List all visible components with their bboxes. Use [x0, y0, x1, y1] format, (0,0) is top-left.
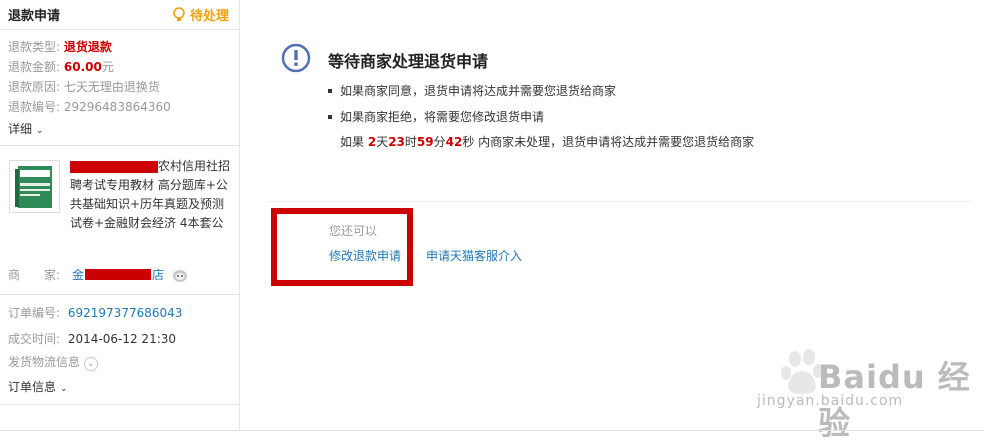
refund-sidebar: 退款申请 待处理 退款类型: 退货退款 退款金额: 60.00元 退款原因: 七… — [0, 0, 240, 430]
countdown-text: 如果 2天23时59分42秒 内商家未处理，退货申请将达成并需要您退货给商家 — [340, 132, 760, 152]
shop-name-suffix: 店 — [152, 268, 165, 282]
order-info-label: 订单信息 — [8, 380, 57, 394]
status-badge: 待处理 — [172, 5, 229, 24]
chevron-down-icon: ⌄ — [59, 384, 68, 394]
countdown-prefix: 如果 — [340, 135, 368, 149]
divider — [0, 430, 985, 431]
order-number-link[interactable]: 692197377686043 — [68, 306, 183, 320]
book-cover-image — [15, 166, 52, 208]
detail-toggle[interactable]: 详细 ⌄ — [8, 120, 43, 137]
wangwang-chat-icon[interactable] — [172, 268, 188, 282]
redacted-mask — [70, 160, 158, 173]
sidebar-header: 退款申请 待处理 — [0, 0, 239, 30]
refund-amount-unit: 元 — [101, 60, 114, 74]
refund-reason-label: 退款原因: — [8, 80, 61, 94]
highlight-annotation-box — [271, 208, 413, 286]
refund-amount-label: 退款金额: — [8, 60, 61, 74]
deal-time-row: 成交时间: 2014-06-12 21:30 — [8, 329, 176, 349]
status-text: 待处理 — [189, 9, 229, 24]
countdown-suffix: 内商家未处理，退货申请将达成并需要您退货给商家 — [474, 135, 755, 149]
bullet-text: 如果商家同意，退货申请将达成并需要您退货给商家 — [340, 84, 617, 98]
countdown-days: 2 — [367, 135, 377, 149]
refund-type-label: 退款类型: — [8, 40, 61, 54]
refund-number-label: 退款编号: — [8, 100, 61, 114]
order-number-row: 订单编号: 692197377686043 — [8, 303, 182, 323]
exclamation-info-icon — [281, 43, 311, 73]
divider — [0, 294, 239, 295]
refund-amount-row: 退款金额: 60.00元 — [8, 57, 114, 77]
bullet-dot — [328, 114, 332, 119]
shop-name-prefix: 金 — [72, 268, 85, 282]
chevron-down-icon: ⌄ — [35, 126, 44, 136]
countdown-seconds: 42 — [445, 135, 463, 149]
shop-row: 商 家: 金 店 — [8, 266, 188, 283]
countdown-seconds-unit: 秒 — [462, 135, 475, 149]
chevron-down-icon: ⌄ — [83, 357, 98, 371]
divider — [267, 201, 972, 202]
order-info-toggle[interactable]: 订单信息 ⌄ — [8, 377, 67, 399]
countdown-minutes-unit: 分 — [433, 135, 446, 149]
lightbulb-icon — [173, 6, 185, 21]
watermark-url: jingyan.baidu.com — [757, 393, 904, 409]
shop-label: 商 家: — [8, 268, 61, 282]
bullet-dot — [328, 88, 332, 93]
bullet-text: 如果商家拒绝，将需要您修改退货申请 — [340, 110, 545, 124]
product-name-link[interactable]: 农村信用社招聘考试专用教材 高分题库+公共基础知识+历年真题及预测试卷+金融财会… — [70, 157, 235, 233]
divider — [0, 145, 239, 146]
countdown-hours-unit: 时 — [404, 135, 417, 149]
refund-reason-value: 七天无理由退换货 — [63, 80, 160, 94]
refund-type-row: 退款类型: 退货退款 — [8, 37, 112, 57]
countdown-minutes: 59 — [416, 135, 434, 149]
deal-time-value: 2014-06-12 21:30 — [67, 332, 177, 346]
detail-label: 详细 — [8, 122, 33, 136]
info-bullet: 如果商家同意，退货申请将达成并需要您退货给商家 — [328, 82, 616, 99]
refund-reason-row: 退款原因: 七天无理由退换货 — [8, 77, 160, 97]
countdown-days-unit: 天 — [376, 135, 389, 149]
refund-amount-value: 60.00 — [63, 60, 102, 74]
logistics-label: 发货物流信息 — [8, 355, 81, 369]
order-number-label: 订单编号: — [8, 306, 61, 320]
product-thumbnail[interactable] — [9, 160, 60, 213]
info-bullet: 如果商家拒绝，将需要您修改退货申请 — [328, 108, 544, 125]
redacted-mask — [85, 269, 152, 280]
shop-link[interactable]: 金 店 — [72, 266, 164, 283]
refund-type-value: 退货退款 — [63, 40, 112, 54]
page-title: 等待商家处理退货申请 — [328, 52, 489, 71]
refund-number-row: 退款编号: 29296483864360 — [8, 97, 171, 117]
refund-number-value: 29296483864360 — [63, 100, 171, 114]
logistics-toggle[interactable]: 发货物流信息 ⌄ — [8, 352, 98, 372]
countdown-hours: 23 — [388, 135, 405, 149]
divider — [0, 404, 239, 405]
deal-time-label: 成交时间: — [8, 332, 61, 346]
request-customer-service-link[interactable]: 申请天猫客服介入 — [426, 247, 522, 264]
sidebar-title: 退款申请 — [8, 9, 61, 24]
